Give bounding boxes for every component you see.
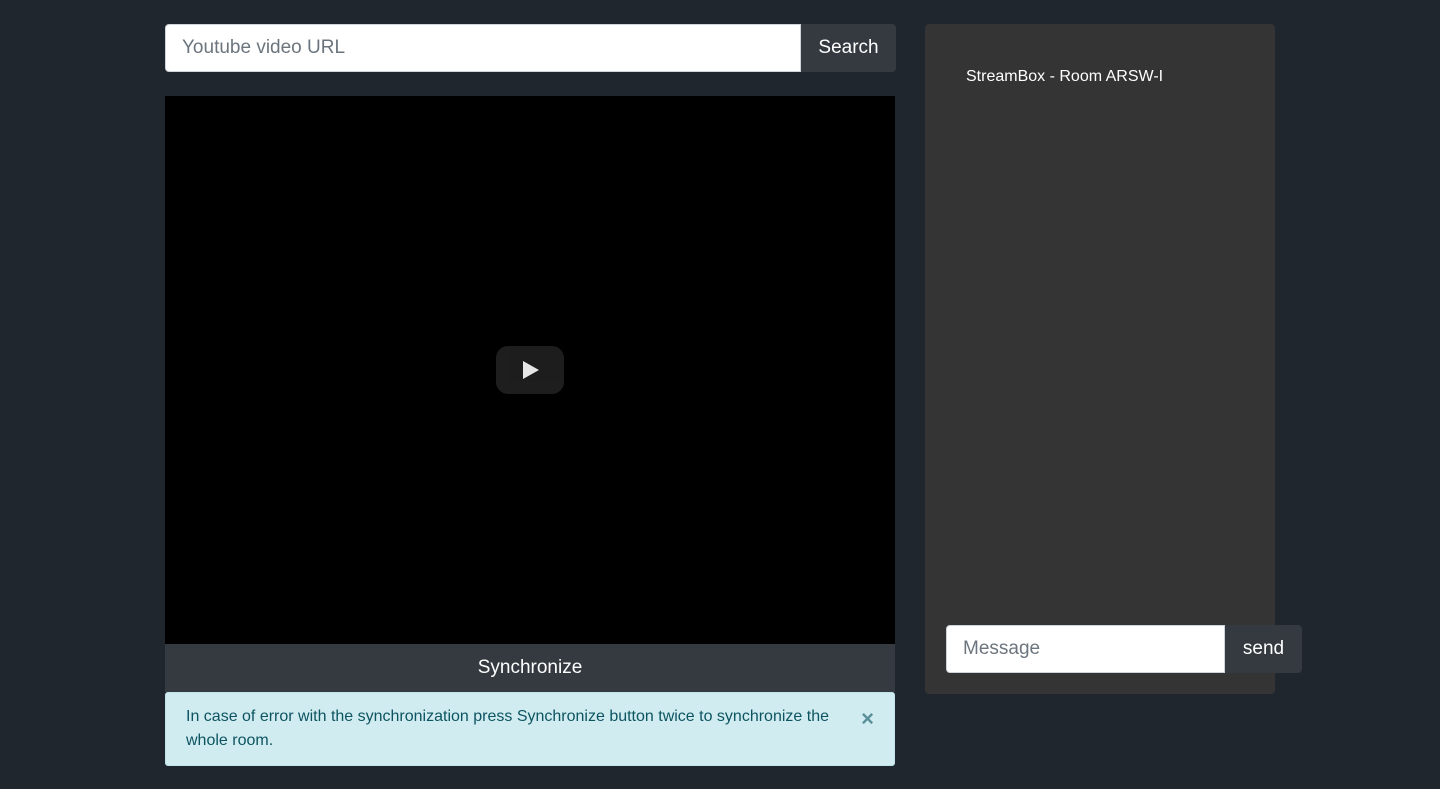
video-column: Search Synchronize In case of error with…	[165, 24, 896, 766]
close-icon[interactable]: ×	[861, 707, 874, 731]
alert-message: In case of error with the synchronizatio…	[186, 708, 829, 749]
message-input[interactable]	[946, 625, 1225, 673]
message-bar: send	[946, 625, 1302, 673]
search-bar: Search	[165, 24, 896, 72]
sync-info-alert: In case of error with the synchronizatio…	[165, 692, 895, 766]
search-button[interactable]: Search	[801, 24, 896, 72]
video-url-input[interactable]	[165, 24, 801, 72]
chat-panel: StreamBox - Room ARSW-I send	[925, 24, 1302, 694]
room-title: StreamBox - Room ARSW-I	[966, 68, 1164, 85]
play-button[interactable]	[496, 346, 564, 394]
send-button[interactable]: send	[1225, 625, 1302, 673]
video-player[interactable]	[165, 96, 895, 644]
play-icon	[523, 361, 539, 379]
synchronize-button[interactable]: Synchronize	[165, 644, 895, 692]
